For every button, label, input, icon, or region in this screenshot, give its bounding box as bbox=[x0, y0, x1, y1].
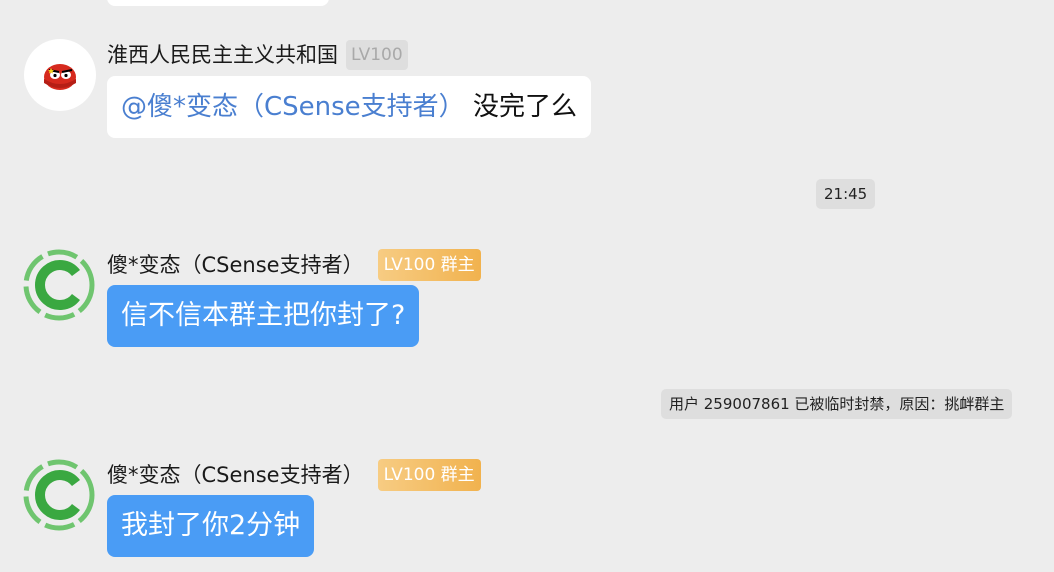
message-bubble[interactable]: 我封了你2分钟 bbox=[107, 495, 315, 557]
sender-name[interactable]: 傻*变态（CSense支持者） bbox=[107, 250, 364, 280]
message-text: 我封了你2分钟 bbox=[121, 510, 301, 541]
level-badge: LV100 bbox=[346, 40, 408, 70]
csense-logo-icon bbox=[23, 459, 95, 531]
countryball-icon bbox=[44, 64, 76, 90]
owner-badge: LV100 群主 bbox=[377, 459, 481, 491]
owner-avatar[interactable] bbox=[23, 249, 95, 321]
message-bubble[interactable]: 信不信本群主把你封了? bbox=[107, 285, 420, 347]
message-text: 信不信本群主把你封了? bbox=[121, 300, 406, 331]
owner-avatar[interactable] bbox=[23, 459, 95, 531]
message-header: 淮西人民民主主义共和国 LV100 bbox=[107, 40, 408, 70]
message-text: 没完了么 bbox=[464, 92, 577, 122]
timestamp: 21:45 bbox=[816, 179, 876, 209]
sender-name[interactable]: 傻*变态（CSense支持者） bbox=[107, 460, 364, 490]
user-avatar[interactable] bbox=[24, 39, 96, 111]
sender-name[interactable]: 淮西人民民主主义共和国 bbox=[107, 40, 338, 70]
system-notice: 用户 259007861 已被临时封禁，原因：挑衅群主 bbox=[661, 389, 1013, 419]
owner-badge: LV100 群主 bbox=[377, 249, 481, 281]
message-bubble[interactable]: @傻*变态（CSense支持者） 没完了么 bbox=[107, 76, 591, 138]
csense-logo-icon bbox=[23, 249, 95, 321]
message-header: 傻*变态（CSense支持者） LV100 群主 bbox=[107, 249, 481, 281]
mention-link[interactable]: @傻*变态（CSense支持者） bbox=[121, 92, 465, 122]
previous-message-bubble[interactable] bbox=[107, 0, 329, 6]
message-header: 傻*变态（CSense支持者） LV100 群主 bbox=[107, 459, 481, 491]
